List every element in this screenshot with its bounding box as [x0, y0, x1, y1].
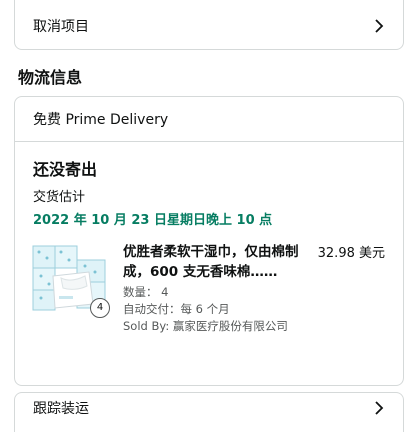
quantity-badge: 4 [90, 298, 110, 318]
product-thumbnail[interactable]: 4 [31, 242, 110, 318]
item-subscription: 自动交付：每 6 个月 [123, 302, 230, 316]
delivery-option-label: 免费 Prime Delivery [33, 112, 169, 128]
item-price: 32.98 美元 [317, 246, 385, 261]
chevron-right-icon [375, 19, 384, 33]
delivery-estimate-date: 2022 年 10 月 23 日星期日晚上 10 点 [33, 213, 273, 228]
item-title[interactable]: 优胜者柔软干湿巾，仅由棉制成，600 支无香味棉…… [123, 242, 306, 282]
track-shipment-label: 跟踪装运 [33, 401, 89, 417]
cancel-item-label: 取消项目 [33, 19, 89, 35]
delivery-estimate-label: 交货估计 [33, 190, 86, 205]
chevron-right-icon [375, 401, 384, 415]
shipment-status: 还没寄出 [33, 160, 98, 179]
item-details: 优胜者柔软干湿巾，仅由棉制成，600 支无香味棉…… 数量： 4 自动交付：每 … [123, 242, 306, 335]
order-item[interactable]: 4 优胜者柔软干湿巾，仅由棉制成，600 支无香味棉…… 数量： 4 自动交付：… [31, 242, 385, 335]
item-seller: Sold By: 赢家医疗股份有限公司 [123, 319, 288, 333]
shipping-info-heading: 物流信息 [18, 68, 83, 87]
item-quantity: 数量： 4 [123, 285, 169, 299]
track-shipment-card[interactable]: 跟踪装运 [14, 392, 404, 432]
cancel-item-card[interactable]: 取消项目 [14, 0, 404, 50]
shipment-card: 免费 Prime Delivery 还没寄出 交货估计 2022 年 10 月 … [14, 96, 404, 386]
